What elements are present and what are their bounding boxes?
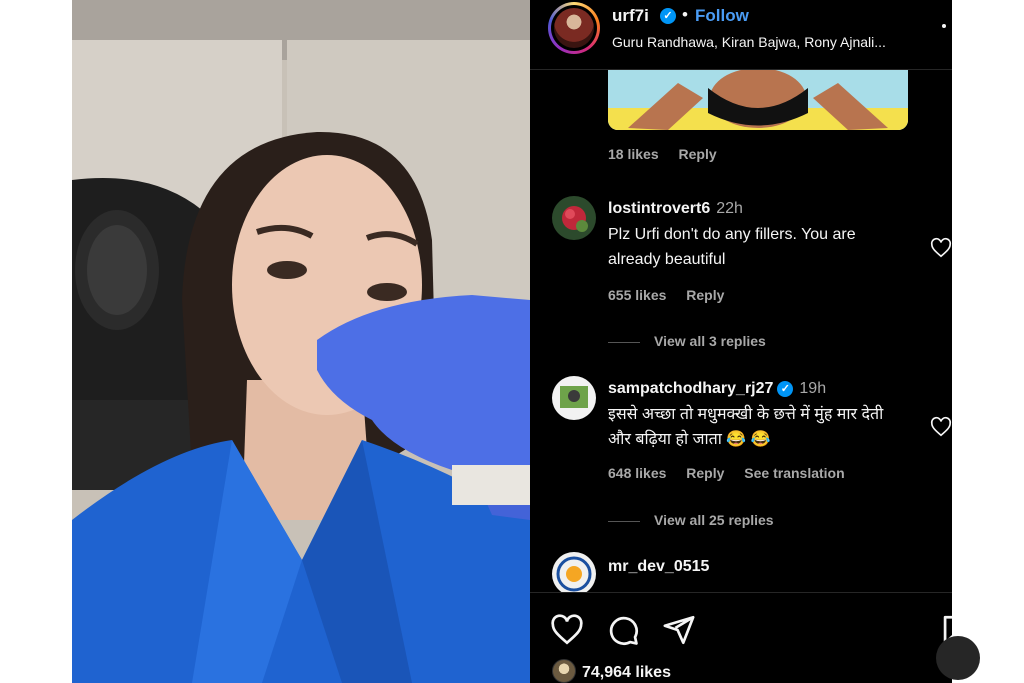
- reply-button[interactable]: Reply: [679, 146, 717, 162]
- divider: [608, 341, 640, 343]
- follow-button[interactable]: Follow: [695, 6, 749, 26]
- likes-count[interactable]: 18 likes: [608, 146, 659, 162]
- comments-panel: 18 likes Reply lostintrovert6 22h Plz Urf…: [530, 0, 952, 683]
- view-replies-button[interactable]: View all 25 replies: [608, 512, 774, 528]
- comment-time: 19h: [799, 380, 827, 397]
- likes-count[interactable]: 648 likes: [608, 465, 666, 481]
- comment-actions: 648 likes Reply See translation: [608, 465, 861, 481]
- divider: [608, 520, 640, 522]
- liker-avatar: [552, 659, 576, 683]
- top-comment-actions: 18 likes Reply: [608, 146, 733, 162]
- verified-icon: ✓: [777, 381, 794, 397]
- post-header: urf7i ✓ • Follow Guru Randhawa, Kiran Ba…: [530, 0, 952, 70]
- likes-count[interactable]: 655 likes: [608, 287, 666, 303]
- avatar[interactable]: [552, 196, 596, 240]
- post-likes-count[interactable]: 74,964 likes: [552, 659, 671, 683]
- comment-actions: 655 likes Reply: [608, 287, 740, 303]
- comment-username[interactable]: lostintrovert6 22h: [608, 200, 743, 218]
- post-photo: [72, 0, 530, 683]
- comment-username[interactable]: mr_dev_0515: [608, 558, 709, 576]
- comment-username[interactable]: sampatchodhary_rj27 ✓ 19h: [608, 380, 826, 398]
- reply-button[interactable]: Reply: [686, 287, 724, 303]
- heart-icon[interactable]: [930, 416, 952, 438]
- comment-text: Plz Urfi don't do any fillers. You are a…: [608, 226, 856, 268]
- reply-button[interactable]: Reply: [686, 465, 724, 481]
- comment-icon[interactable]: [606, 613, 640, 647]
- post-username[interactable]: urf7i: [612, 6, 649, 26]
- share-icon[interactable]: [662, 613, 696, 647]
- avatar[interactable]: [552, 376, 596, 420]
- see-translation-button[interactable]: See translation: [744, 465, 844, 481]
- heart-icon[interactable]: [930, 237, 952, 259]
- verified-icon: ✓: [660, 8, 676, 24]
- separator: •: [682, 5, 688, 24]
- post-actions: 74,964 likes: [530, 592, 952, 683]
- heart-icon[interactable]: [550, 613, 584, 647]
- avatar[interactable]: [552, 552, 596, 596]
- scroll-button[interactable]: [936, 636, 980, 680]
- more-options-icon[interactable]: [942, 24, 946, 28]
- comment-text: इससे अच्छा तो मधुमक्खी के छत्ते में मुंह…: [608, 406, 884, 448]
- audio-subtitle[interactable]: Guru Randhawa, Kiran Bajwa, Rony Ajnali.…: [612, 34, 886, 50]
- profile-avatar[interactable]: [548, 2, 600, 54]
- view-replies-button[interactable]: View all 3 replies: [608, 333, 766, 349]
- comment-time: 22h: [716, 200, 743, 217]
